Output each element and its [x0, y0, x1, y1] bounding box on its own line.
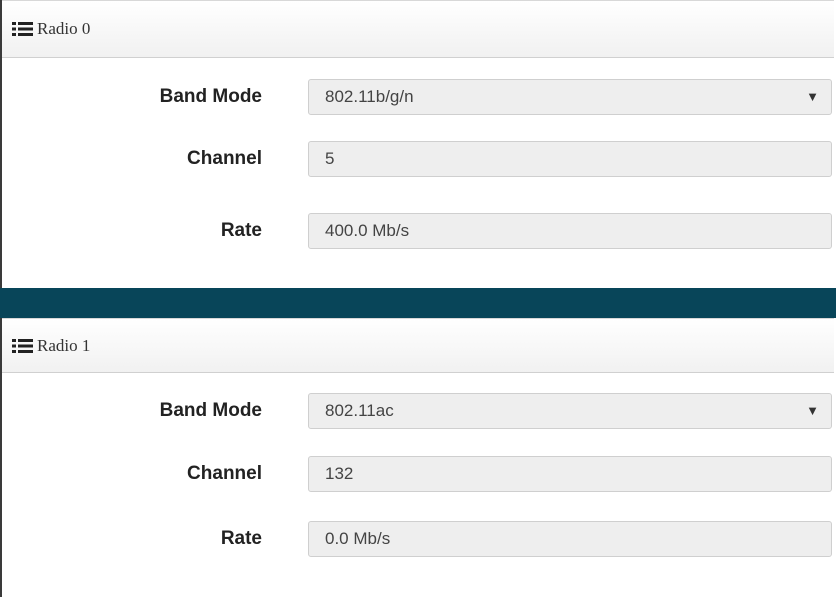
caret-down-icon: ▼ — [806, 403, 819, 418]
section-divider — [0, 288, 836, 318]
channel-value: 132 — [325, 464, 354, 483]
rate-field[interactable]: 0.0 Mb/s — [308, 521, 832, 557]
band-mode-label: Band Mode — [159, 86, 262, 107]
rate-label: Rate — [220, 528, 262, 549]
radio-0-title: Radio 0 — [37, 19, 91, 38]
rate-field[interactable]: 400.0 Mb/s — [308, 213, 832, 249]
radio-1-header: Radio 1 — [2, 318, 834, 373]
radio-0-panel: Radio 0 Band Mode 802.11b/g/n ▼ Channel … — [0, 0, 834, 288]
radio-0-rate-row: Rate 400.0 Mb/s — [2, 213, 834, 249]
radio-1-panel: Radio 1 Band Mode 802.11ac ▼ Channel 132… — [0, 318, 834, 597]
channel-value: 5 — [325, 149, 335, 168]
rate-label: Rate — [220, 220, 262, 241]
band-mode-select[interactable]: 802.11b/g/n ▼ — [308, 79, 832, 115]
list-icon — [12, 338, 33, 353]
channel-field[interactable]: 132 — [308, 456, 832, 492]
band-mode-select[interactable]: 802.11ac ▼ — [308, 393, 832, 429]
rate-value: 0.0 Mb/s — [325, 529, 391, 548]
channel-label: Channel — [187, 463, 262, 484]
channel-field[interactable]: 5 — [308, 141, 832, 177]
caret-down-icon: ▼ — [806, 89, 819, 104]
radio-0-band-mode-row: Band Mode 802.11b/g/n ▼ — [2, 79, 834, 115]
radio-1-title: Radio 1 — [37, 335, 91, 355]
band-mode-value: 802.11b/g/n — [325, 87, 414, 106]
radio-1-band-mode-row: Band Mode 802.11ac ▼ — [2, 393, 834, 429]
radio-1-rate-row: Rate 0.0 Mb/s — [2, 521, 834, 557]
list-icon — [12, 22, 33, 36]
radio-0-header: Radio 0 — [2, 0, 834, 58]
rate-value: 400.0 Mb/s — [325, 221, 410, 240]
band-mode-label: Band Mode — [159, 400, 262, 421]
radio-0-channel-row: Channel 5 — [2, 141, 834, 177]
channel-label: Channel — [187, 148, 262, 169]
band-mode-value: 802.11ac — [325, 401, 394, 420]
radio-1-channel-row: Channel 132 — [2, 456, 834, 492]
